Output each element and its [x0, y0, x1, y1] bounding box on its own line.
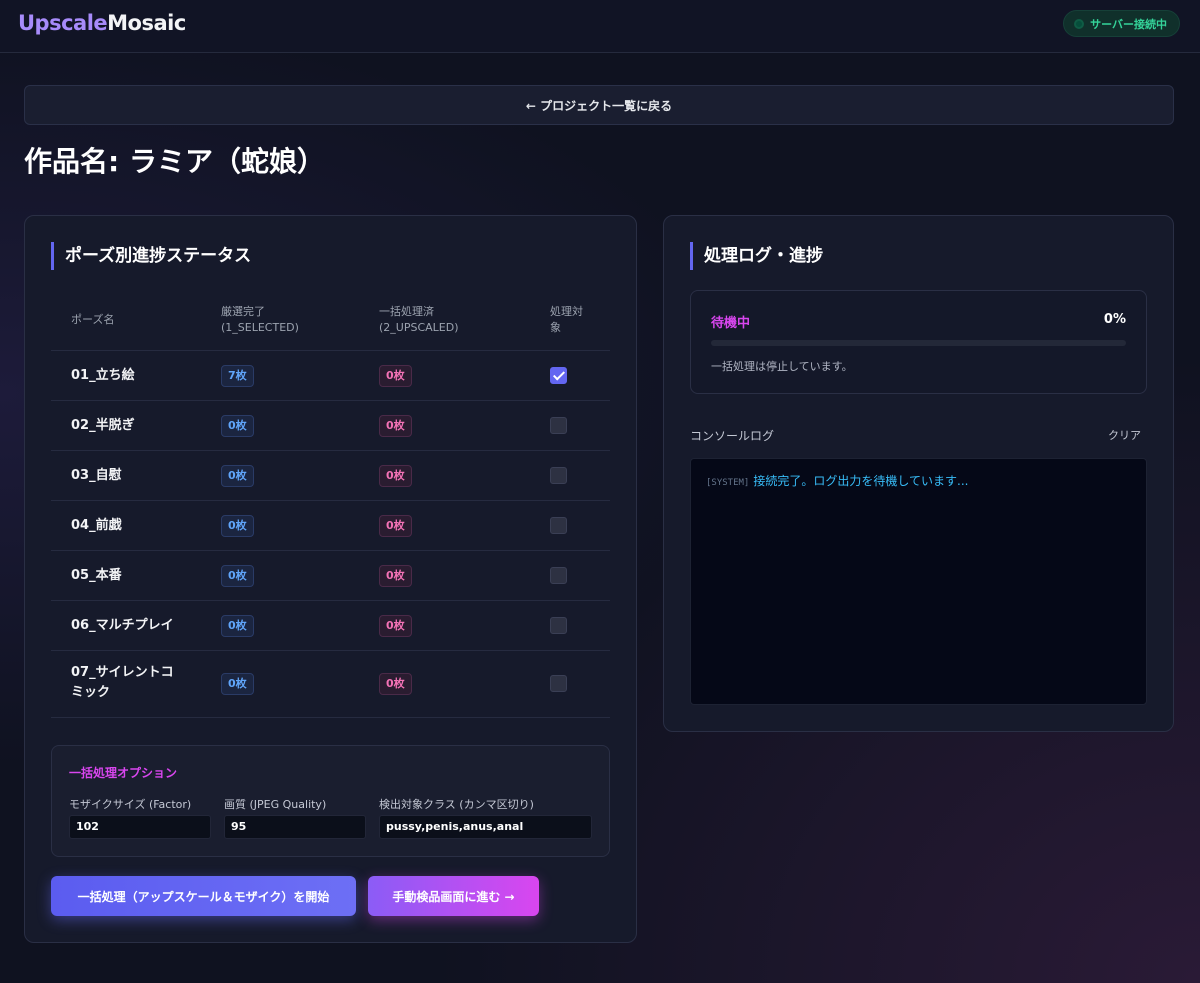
col-header-target: 処理対 象: [550, 304, 583, 336]
log-line: [SYSTEM] 接続完了。ログ出力を待機しています...: [706, 472, 968, 489]
col-header-upscaled-line2: (2_UPSCALED): [379, 321, 459, 334]
pose-name: 03_自慰: [71, 468, 122, 483]
table-row: 07_サイレントコ ミック 0枚 0枚: [51, 651, 610, 718]
progress-percent: 0%: [1103, 312, 1126, 327]
console-log-output[interactable]: [SYSTEM] 接続完了。ログ出力を待機しています...: [690, 458, 1147, 705]
console-log-label: コンソールログ: [690, 429, 775, 443]
upscaled-count-badge: 0枚: [379, 465, 412, 487]
log-tag: [SYSTEM]: [706, 478, 750, 488]
processing-log-card: 処理ログ・進捗 待機中 0% 一括処理は停止しています。 コンソールログ クリア…: [663, 215, 1174, 732]
pose-name: 02_半脱ぎ: [71, 418, 135, 433]
pose-name: 05_本番: [71, 568, 122, 583]
back-button-label: ← プロジェクト一覧に戻る: [525, 98, 673, 113]
detect-classes-label: 検出対象クラス (カンマ区切り): [379, 798, 534, 811]
jpeg-quality-input[interactable]: 95: [224, 815, 366, 839]
pose-name: 06_マルチプレイ: [71, 618, 174, 633]
table-header: ポーズ名 厳選完了 (1_SELECTED) 一括処理済 (2_UPSCALED…: [51, 298, 610, 351]
col-header-target-line1: 処理対: [550, 305, 583, 318]
col-header-selected-line2: (1_SELECTED): [221, 321, 299, 334]
col-header-target-line2: 象: [550, 321, 561, 334]
upscaled-count-badge: 0枚: [379, 515, 412, 537]
page-title: 作品名: ラミア（蛇娘）: [24, 145, 325, 178]
status-message: 一括処理は停止しています。: [711, 360, 853, 373]
detect-classes-input[interactable]: pussy,penis,anus,anal: [379, 815, 592, 839]
selected-count-badge: 0枚: [221, 673, 254, 695]
go-manual-inspection-button[interactable]: 手動検品画面に進む →: [368, 876, 539, 916]
status-label: 待機中: [711, 316, 751, 331]
target-checkbox[interactable]: [550, 617, 567, 634]
selected-count-badge: 0枚: [221, 565, 254, 587]
top-bar: UpscaleMosaic サーバー接続中: [0, 0, 1200, 53]
batch-options-panel: 一括処理オプション モザイクサイズ (Factor) 102 画質 (JPEG …: [51, 745, 610, 857]
col-header-selected-line1: 厳選完了: [221, 305, 265, 318]
pose-name-line2: ミック: [71, 685, 111, 700]
upscaled-count-badge: 0枚: [379, 615, 412, 637]
selected-count-badge: 0枚: [221, 415, 254, 437]
col-header-upscaled-line1: 一括処理済: [379, 305, 434, 318]
processing-log-title: 処理ログ・進捗: [690, 242, 823, 270]
mosaic-size-input[interactable]: 102: [69, 815, 211, 839]
server-status-badge: サーバー接続中: [1063, 10, 1180, 37]
table-row: 01_立ち絵 7枚 0枚: [51, 351, 610, 401]
target-checkbox[interactable]: [550, 675, 567, 692]
clear-log-button[interactable]: クリア: [1108, 427, 1141, 443]
logo-text-mosaic: Mosaic: [107, 11, 186, 35]
progress-status-box: 待機中 0% 一括処理は停止しています。: [690, 290, 1147, 394]
app-logo[interactable]: UpscaleMosaic: [18, 11, 186, 35]
log-message: 接続完了。ログ出力を待機しています...: [753, 474, 969, 488]
pose-status-title: ポーズ別進捗ステータス: [51, 242, 251, 270]
upscaled-count-badge: 0枚: [379, 673, 412, 695]
selected-count-badge: 0枚: [221, 515, 254, 537]
pose-name: 01_立ち絵: [71, 368, 135, 383]
pose-name: 07_サイレントコ ミック: [71, 663, 174, 703]
upscaled-count-badge: 0枚: [379, 365, 412, 387]
table-row: 03_自慰 0枚 0枚: [51, 451, 610, 501]
selected-count-badge: 7枚: [221, 365, 254, 387]
start-batch-button[interactable]: 一括処理（アップスケール＆モザイク）を開始: [51, 876, 356, 916]
selected-count-badge: 0枚: [221, 615, 254, 637]
target-checkbox[interactable]: [550, 567, 567, 584]
pose-status-table: ポーズ名 厳選完了 (1_SELECTED) 一括処理済 (2_UPSCALED…: [51, 298, 610, 718]
table-row: 06_マルチプレイ 0枚 0枚: [51, 601, 610, 651]
table-row: 04_前戯 0枚 0枚: [51, 501, 610, 551]
mosaic-size-label: モザイクサイズ (Factor): [69, 798, 192, 811]
target-checkbox[interactable]: [550, 417, 567, 434]
col-header-upscaled: 一括処理済 (2_UPSCALED): [379, 304, 459, 336]
start-batch-label: 一括処理（アップスケール＆モザイク）を開始: [77, 889, 330, 904]
target-checkbox[interactable]: [550, 367, 567, 384]
target-checkbox[interactable]: [550, 467, 567, 484]
col-header-pose-name: ポーズ名: [71, 313, 115, 326]
back-to-projects-button[interactable]: ← プロジェクト一覧に戻る: [24, 85, 1174, 125]
server-status-text: サーバー接続中: [1090, 17, 1167, 31]
upscaled-count-badge: 0枚: [379, 415, 412, 437]
pose-name: 04_前戯: [71, 518, 122, 533]
table-row: 05_本番 0枚 0枚: [51, 551, 610, 601]
pose-name-line1: 07_サイレントコ: [71, 665, 174, 680]
col-header-selected: 厳選完了 (1_SELECTED): [221, 304, 299, 336]
progress-bar: [711, 340, 1126, 346]
pose-status-card: ポーズ別進捗ステータス ポーズ名 厳選完了 (1_SELECTED) 一括処理済…: [24, 215, 637, 943]
logo-text-upscale: Upscale: [18, 11, 108, 35]
selected-count-badge: 0枚: [221, 465, 254, 487]
table-row: 02_半脱ぎ 0枚 0枚: [51, 401, 610, 451]
upscaled-count-badge: 0枚: [379, 565, 412, 587]
status-dot-icon: [1074, 18, 1085, 29]
batch-options-title: 一括処理オプション: [69, 766, 178, 780]
target-checkbox[interactable]: [550, 517, 567, 534]
jpeg-quality-label: 画質 (JPEG Quality): [224, 798, 327, 811]
go-manual-inspection-label: 手動検品画面に進む →: [392, 889, 515, 904]
